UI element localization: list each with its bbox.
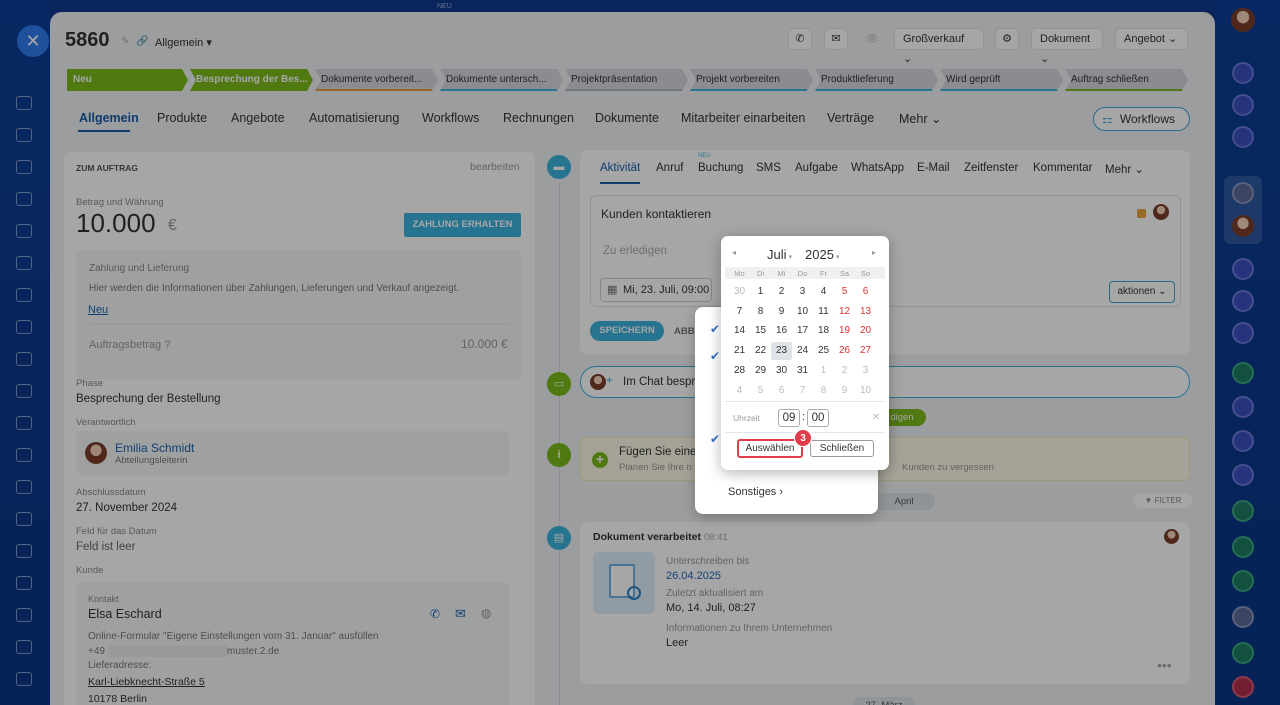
close-button[interactable]: Schließen	[810, 440, 874, 457]
calendar-day[interactable]: 4	[813, 283, 834, 301]
divider	[725, 401, 885, 402]
calendar-day[interactable]: 11	[813, 303, 834, 321]
year-select[interactable]: 2025 ▾	[805, 247, 839, 262]
step-badge: 3	[794, 429, 812, 447]
calendar-day[interactable]: 2	[834, 362, 855, 380]
weekday-label: Mo	[734, 269, 745, 278]
weekday-label: Do	[797, 269, 808, 278]
calendar-day[interactable]: 10	[792, 303, 813, 321]
calendar-day[interactable]: 18	[813, 322, 834, 340]
check-icon: ✔	[710, 432, 721, 446]
minute-input[interactable]: 00	[807, 409, 829, 427]
calendar-day[interactable]: 3	[855, 362, 876, 380]
calendar-day[interactable]: 6	[771, 382, 792, 400]
calendar-day[interactable]: 5	[750, 382, 771, 400]
calendar-day[interactable]: 6	[855, 283, 876, 301]
calendar-day[interactable]: 1	[813, 362, 834, 380]
calendar-day[interactable]: 30	[771, 362, 792, 380]
calendar-day[interactable]: 16	[771, 322, 792, 340]
calendar-day[interactable]: 22	[750, 342, 771, 360]
calendar-day[interactable]: 21	[729, 342, 750, 360]
calendar-day[interactable]: 31	[792, 362, 813, 380]
prev-month-icon[interactable]: ◂	[732, 248, 736, 257]
weekday-label: Mi	[777, 269, 786, 278]
calendar-day[interactable]: 20	[855, 322, 876, 340]
calendar-day[interactable]: 10	[855, 382, 876, 400]
menu-item-sonstiges[interactable]: Sonstiges ›	[728, 486, 783, 498]
calendar-day[interactable]: 28	[729, 362, 750, 380]
calendar-day[interactable]: 4	[729, 382, 750, 400]
calendar-day[interactable]: 17	[792, 322, 813, 340]
calendar-day[interactable]: 8	[813, 382, 834, 400]
calendar-day[interactable]: 30	[729, 283, 750, 301]
clear-time-icon[interactable]: ✕	[872, 412, 880, 423]
calendar-day[interactable]: 1	[750, 283, 771, 301]
calendar-day[interactable]: 25	[813, 342, 834, 360]
modal-overlay	[0, 0, 1280, 705]
calendar-day[interactable]: 9	[834, 382, 855, 400]
calendar-day[interactable]: 24	[792, 342, 813, 360]
calendar-day[interactable]: 12	[834, 303, 855, 321]
calendar-day[interactable]: 7	[729, 303, 750, 321]
calendar-day[interactable]: 29	[750, 362, 771, 380]
check-icon: ✔	[710, 349, 721, 363]
calendar-day[interactable]: 9	[771, 303, 792, 321]
calendar-day[interactable]: 15	[750, 322, 771, 340]
calendar-day[interactable]: 3	[792, 283, 813, 301]
weekday-label: So	[860, 269, 871, 278]
select-button[interactable]: Auswählen	[737, 439, 803, 458]
next-month-icon[interactable]: ▸	[872, 248, 876, 257]
calendar-day[interactable]: 8	[750, 303, 771, 321]
calendar-day[interactable]: 13	[855, 303, 876, 321]
calendar-day[interactable]: 5	[834, 283, 855, 301]
calendar-day[interactable]: 2	[771, 283, 792, 301]
calendar-day[interactable]: 27	[855, 342, 876, 360]
month-select[interactable]: Juli ▾	[767, 247, 792, 262]
calendar-day[interactable]: 14	[729, 322, 750, 340]
hour-input[interactable]: 09	[778, 409, 800, 427]
calendar-day[interactable]: 19	[834, 322, 855, 340]
weekday-label: Di	[756, 269, 765, 278]
calendar-day[interactable]: 26	[834, 342, 855, 360]
check-icon: ✔	[710, 322, 721, 336]
time-separator: :	[802, 411, 806, 423]
weekday-label: Fr	[819, 269, 828, 278]
weekday-label: Sa	[839, 269, 850, 278]
calendar-day[interactable]: 23	[771, 342, 792, 361]
calendar-day[interactable]: 7	[792, 382, 813, 400]
time-label: Uhrzeit	[733, 413, 760, 423]
